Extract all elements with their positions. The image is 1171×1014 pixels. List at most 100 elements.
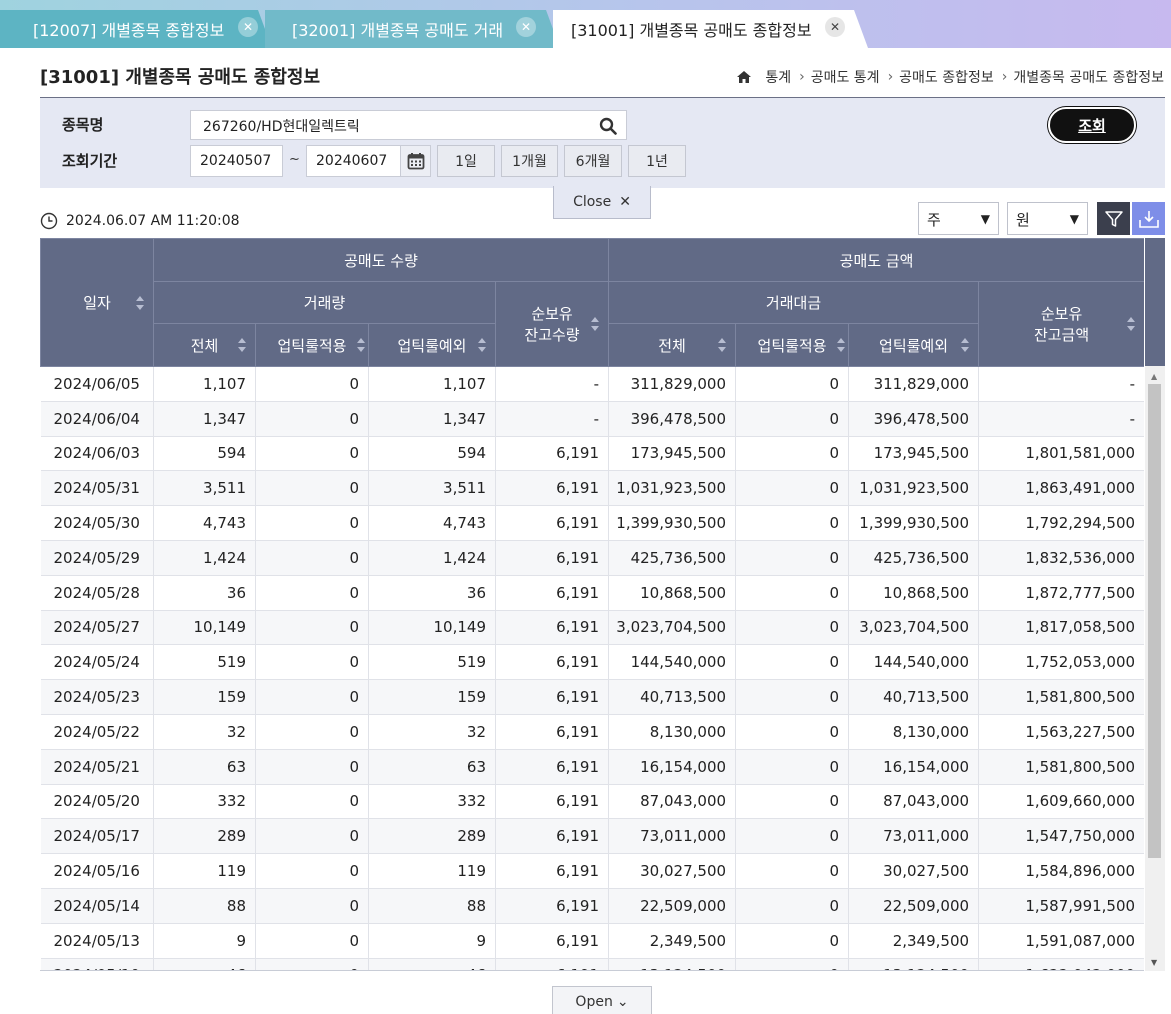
table-row[interactable]: 2024/05/13 9 0 9 6,191 2,349,500 0 2,349,500 1,5… [40, 923, 1144, 959]
open-panel-button[interactable]: Open ⌄ [552, 986, 652, 1014]
scrollbar-thumb[interactable] [1148, 384, 1161, 858]
header-label[interactable]: 순보유 [1041, 305, 1082, 323]
table-row[interactable]: 2024/06/03 594 0 594 6,191 173,945,500 0 173,94… [40, 436, 1144, 472]
table-row[interactable]: 2024/05/29 1,424 0 1,424 6,191 425,736,500 0 42… [40, 540, 1144, 576]
header-amount-total[interactable]: 전체 [608, 323, 737, 367]
header-net-balance-amount[interactable]: 순보유 잔고금액 [978, 281, 1144, 367]
close-icon[interactable]: ✕ [619, 194, 631, 210]
table-row[interactable]: 2024/05/20 332 0 332 6,191 87,043,000 0 87,043,… [40, 784, 1144, 820]
breadcrumb-item[interactable]: 공매도 통계 [811, 67, 880, 87]
currency-select[interactable]: 원 ▼ [1007, 202, 1088, 235]
header-net-balance-qty[interactable]: 순보유 잔고수량 [494, 281, 610, 367]
sort-icon[interactable] [591, 317, 600, 331]
chevron-down-icon[interactable]: ▼ [981, 212, 990, 226]
table-row[interactable]: 2024/05/10460466,19113,124,500013,124,50… [40, 958, 1144, 970]
sort-icon[interactable] [238, 338, 246, 352]
unit-select[interactable]: 주 ▼ [918, 202, 999, 235]
currency-select-value[interactable]: 원 [1016, 211, 1030, 229]
table-row[interactable]: 2024/05/31 3,511 0 3,511 6,191 1,031,923,500 0… [40, 470, 1144, 507]
header-label[interactable]: 전체 [658, 337, 686, 355]
table-row[interactable]: 2024/05/24 519 0 519 6,191 144,540,000 0 144,54… [40, 644, 1144, 681]
table-cell: 0 [735, 749, 850, 785]
header-label[interactable]: 순보유 [531, 305, 572, 323]
period-1day-button[interactable]: 1일 [437, 145, 495, 177]
tab-12007[interactable]: [12007] 개별종목 종합정보 ✕ [0, 10, 272, 48]
period-6month-button[interactable]: 6개월 [564, 145, 622, 177]
tab-31001[interactable]: [31001] 개별종목 공매도 종합정보 ✕ [553, 10, 868, 48]
header-volume-uptick-exempt[interactable]: 업틱룰예외 [368, 323, 496, 367]
filter-button[interactable] [1097, 202, 1130, 235]
header-label[interactable]: 전체 [191, 337, 219, 355]
header-label[interactable]: 잔고금액 [1034, 326, 1089, 344]
header-date[interactable]: 일자 [40, 238, 154, 367]
breadcrumb-item[interactable]: 통계 [765, 67, 791, 87]
table-row[interactable]: 2024/05/30 4,743 0 4,743 6,191 1,399,930,500 0… [40, 505, 1144, 541]
header-amount-uptick-exempt[interactable]: 업틱룰예외 [848, 323, 980, 367]
calendar-icon[interactable] [400, 146, 430, 176]
chevron-down-icon[interactable]: ▼ [1070, 212, 1079, 226]
search-icon[interactable] [599, 117, 617, 135]
query-button[interactable]: 조회 [1048, 107, 1136, 143]
download-button[interactable] [1132, 202, 1165, 235]
close-icon[interactable]: ✕ [825, 17, 845, 37]
header-label[interactable]: 잔고수량 [524, 326, 579, 344]
header-amount-uptick-applied[interactable]: 업틱룰적용 [735, 323, 850, 367]
unit-select-value[interactable]: 주 [927, 211, 941, 229]
download-icon[interactable] [1138, 209, 1160, 229]
table-row[interactable]: 2024/05/14 88 0 88 6,191 22,509,000 0 22,509,00… [40, 888, 1144, 924]
header-label[interactable]: 업틱룰예외 [879, 337, 948, 355]
start-date-value[interactable]: 20240507 [200, 153, 271, 169]
start-date-input[interactable]: 20240507 [190, 145, 283, 177]
stock-search-input[interactable]: 267260/HD현대일렉트릭 [190, 110, 627, 140]
scroll-up-arrow-icon[interactable]: ▲ [1151, 372, 1157, 381]
header-date-label[interactable]: 일자 [83, 294, 111, 312]
vertical-scrollbar[interactable]: ▲ ▼ [1145, 238, 1165, 971]
breadcrumb-item[interactable]: 공매도 종합정보 [899, 67, 994, 87]
period-label: 조회기간 [62, 152, 118, 170]
sort-icon[interactable] [357, 338, 365, 352]
sort-icon[interactable] [837, 338, 846, 352]
table-row[interactable]: 2024/05/27 10,149 0 10,149 6,191 3,023,704,50… [40, 610, 1144, 646]
table-row[interactable]: 2024/05/28 36 0 36 6,191 10,868,500 0 10,868,50… [40, 575, 1144, 611]
tab-label[interactable]: [12007] 개별종목 종합정보 [33, 17, 224, 41]
sort-icon[interactable] [961, 338, 970, 352]
tab-label[interactable]: [31001] 개별종목 공매도 종합정보 [571, 17, 812, 41]
header-volume-uptick-applied[interactable]: 업틱룰적용 [255, 323, 369, 367]
end-date-value[interactable]: 20240607 [316, 153, 387, 169]
filter-icon[interactable] [1104, 209, 1124, 229]
table-row[interactable]: 2024/05/21 63 0 63 6,191 16,154,000 0 16,154,00… [40, 749, 1144, 785]
header-volume-total[interactable]: 전체 [153, 323, 256, 367]
cell-date: 2024/05/30 [40, 505, 154, 541]
table-cell: 311,829,000 [608, 366, 737, 402]
header-label[interactable]: 업틱룰적용 [277, 337, 346, 355]
header-label[interactable]: 업틱룰적용 [758, 337, 827, 355]
home-icon[interactable] [737, 71, 752, 83]
close-icon[interactable]: ✕ [238, 17, 258, 37]
stock-search-value[interactable]: 267260/HD현대일렉트릭 [203, 119, 360, 135]
table-row[interactable]: 2024/05/16 119 0 119 6,191 30,027,500 0 30,027,… [40, 853, 1144, 889]
tab-32001[interactable]: [32001] 개별종목 공매도 거래 ✕ [265, 10, 560, 48]
table-row[interactable]: 2024/06/05 1,107 0 1,107-311,829,000 0 311,82… [40, 366, 1144, 402]
sort-icon[interactable] [718, 338, 727, 352]
header-label[interactable]: 업틱룰예외 [397, 337, 466, 355]
sort-icon[interactable] [136, 295, 144, 310]
period-1month-button[interactable]: 1개월 [501, 145, 558, 177]
table-row[interactable]: 2024/05/17 289 0 289 6,191 73,011,000 0 73,011,… [40, 818, 1144, 855]
sort-icon[interactable] [478, 338, 486, 352]
chevron-down-icon[interactable]: ⌄ [617, 994, 629, 1010]
close-panel-button[interactable]: Close ✕ [553, 186, 651, 219]
sort-icon[interactable] [1127, 317, 1136, 331]
table-cell: 0 [255, 575, 369, 611]
table-cell: 6,191 [495, 749, 610, 785]
breadcrumb-item[interactable]: 개별종목 공매도 종합정보 [1013, 67, 1164, 87]
close-icon[interactable]: ✕ [516, 17, 536, 37]
open-panel-label[interactable]: Open [575, 994, 612, 1010]
table-row[interactable]: 2024/06/04 1,347 0 1,347-396,478,500 0 396,47… [40, 401, 1144, 437]
end-date-input[interactable]: 20240607 [306, 145, 431, 177]
close-panel-label[interactable]: Close [573, 194, 611, 210]
table-row[interactable]: 2024/05/23 159 0 159 6,191 40,713,500 0 40,713,… [40, 679, 1144, 715]
scroll-down-arrow-icon[interactable]: ▼ [1151, 958, 1157, 967]
period-1year-button[interactable]: 1년 [628, 145, 686, 177]
tab-label[interactable]: [32001] 개별종목 공매도 거래 [292, 17, 503, 41]
table-row[interactable]: 2024/05/22 32 0 32 6,191 8,130,000 0 8,130,000 1… [40, 714, 1144, 750]
